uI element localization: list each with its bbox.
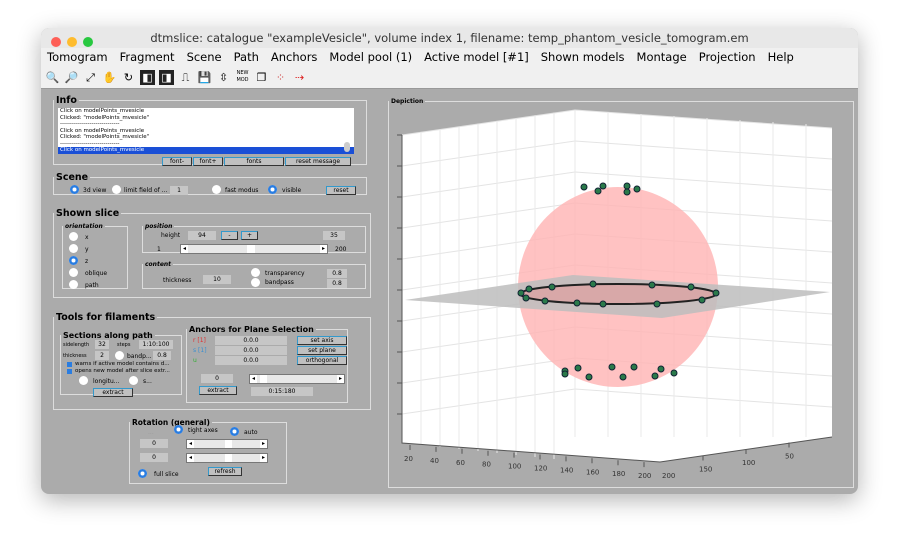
x-tick-label: 40	[430, 457, 439, 465]
model-point	[522, 294, 530, 302]
model-point	[653, 300, 661, 308]
y-tick-label: 100	[742, 459, 755, 467]
model-point	[648, 281, 656, 289]
model-point	[712, 289, 720, 297]
x-tick-label: 20	[404, 455, 413, 463]
x-tick-label: 80	[482, 461, 491, 469]
model-point	[687, 283, 695, 291]
model-point	[574, 364, 582, 372]
model-point	[589, 280, 597, 288]
model-point	[657, 365, 665, 373]
model-point	[541, 297, 549, 305]
model-point	[594, 187, 602, 195]
model-point	[517, 289, 525, 297]
model-point	[630, 363, 638, 371]
x-tick-label: 100	[508, 463, 521, 471]
model-point	[670, 369, 678, 377]
x-tick-label: 200	[638, 472, 651, 480]
x-tick-label: 140	[560, 466, 573, 474]
model-point	[623, 188, 631, 196]
model-point	[619, 373, 627, 381]
model-point	[561, 370, 569, 378]
model-point	[698, 296, 706, 304]
model-point	[548, 283, 556, 291]
y-tick-label: 150	[699, 466, 712, 474]
model-point	[599, 182, 607, 190]
model-point	[651, 372, 659, 380]
x-tick-label: 60	[456, 459, 465, 467]
x-tick-label: 180	[612, 470, 625, 478]
model-point	[608, 363, 616, 371]
x-tick-label: 160	[586, 468, 599, 476]
model-point	[623, 182, 631, 190]
model-point	[525, 285, 533, 293]
model-point	[633, 185, 641, 193]
model-point	[573, 299, 581, 307]
y-tick-label: 50	[785, 453, 794, 461]
model-point	[599, 300, 607, 308]
y-tick-label: 200	[662, 472, 675, 480]
model-point	[585, 373, 593, 381]
3d-view[interactable]: 20 40 60 80 100 120 140 160 180 200 200 150 100 50	[41, 28, 858, 494]
model-point	[580, 183, 588, 191]
app-window: dtmslice: catalogue "exampleVesicle", vo…	[41, 28, 858, 494]
x-tick-label: 120	[534, 465, 547, 473]
